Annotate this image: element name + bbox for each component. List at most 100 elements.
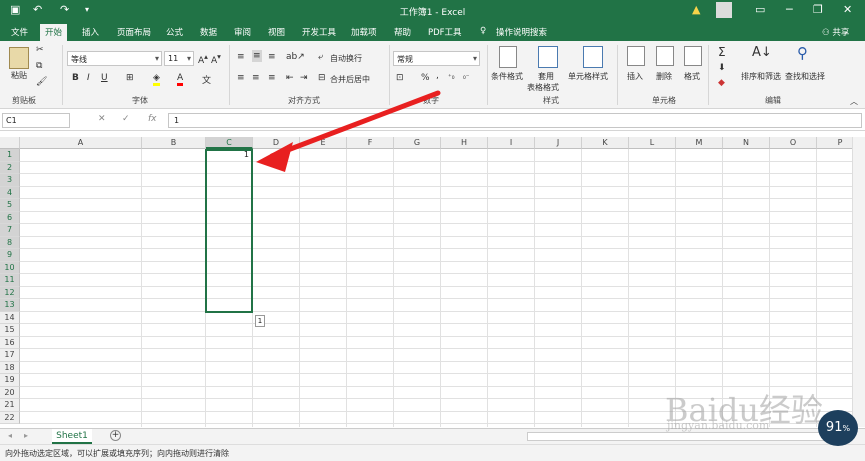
- row-header-21[interactable]: 21: [0, 399, 20, 412]
- tab-formulas[interactable]: 公式: [166, 26, 183, 38]
- conditional-format-button[interactable]: 条件格式: [491, 71, 523, 82]
- insert-cells-button[interactable]: 插入: [627, 71, 643, 82]
- vertical-scrollbar[interactable]: [852, 137, 865, 427]
- currency-icon[interactable]: ⊡: [396, 73, 404, 83]
- row-header-16[interactable]: 16: [0, 336, 20, 349]
- underline-button[interactable]: U: [101, 73, 108, 83]
- row-header-9[interactable]: 9: [0, 249, 20, 262]
- column-header-m[interactable]: M: [676, 137, 723, 149]
- column-header-c[interactable]: C: [206, 137, 253, 149]
- sheet-prev-icon[interactable]: ◂: [8, 431, 12, 440]
- collapse-ribbon-icon[interactable]: ︿: [850, 96, 858, 107]
- fill-icon[interactable]: ⬇: [718, 63, 726, 73]
- font-color-icon[interactable]: A: [177, 73, 184, 86]
- comma-button[interactable]: ,: [436, 71, 439, 81]
- format-table-button-line1[interactable]: 套用: [538, 71, 554, 82]
- merge-center-button[interactable]: 合并后居中: [330, 74, 370, 85]
- align-bottom-icon[interactable]: ≡: [268, 52, 276, 62]
- increase-font-icon[interactable]: A▴: [198, 52, 208, 66]
- column-header-f[interactable]: F: [347, 137, 394, 149]
- insert-function-button[interactable]: fx: [148, 114, 157, 124]
- align-center-icon[interactable]: ≡: [252, 73, 260, 83]
- row-header-18[interactable]: 18: [0, 361, 20, 374]
- lightbulb-icon[interactable]: ♀: [480, 26, 486, 36]
- share-button[interactable]: ⚇ 共享: [822, 26, 849, 38]
- column-header-p[interactable]: P: [817, 137, 852, 149]
- select-all-corner[interactable]: [0, 137, 20, 149]
- column-header-l[interactable]: L: [629, 137, 676, 149]
- italic-button[interactable]: I: [87, 73, 90, 83]
- tell-me-search[interactable]: 操作说明搜索: [496, 26, 547, 38]
- clear-icon[interactable]: ◆: [718, 78, 725, 88]
- formula-input[interactable]: 1: [168, 113, 862, 128]
- cut-icon[interactable]: ✂: [36, 45, 44, 55]
- row-header-14[interactable]: 14: [0, 311, 20, 324]
- row-header-15[interactable]: 15: [0, 324, 20, 337]
- row-header-5[interactable]: 5: [0, 199, 20, 212]
- selection-range[interactable]: [205, 149, 253, 313]
- font-name-select[interactable]: 等线 ▾: [67, 51, 162, 66]
- tab-home[interactable]: 开始: [40, 24, 68, 41]
- increase-indent-icon[interactable]: ⇥: [300, 73, 308, 83]
- decrease-font-icon[interactable]: A▾: [211, 52, 221, 66]
- insert-cells-icon[interactable]: [627, 46, 645, 66]
- tab-page-layout[interactable]: 页面布局: [117, 26, 151, 38]
- column-header-k[interactable]: K: [582, 137, 629, 149]
- row-header-20[interactable]: 20: [0, 386, 20, 399]
- column-header-a[interactable]: A: [20, 137, 142, 149]
- row-header-22[interactable]: 22: [0, 411, 20, 424]
- row-header-12[interactable]: 12: [0, 286, 20, 299]
- wrap-text-button[interactable]: 自动换行: [330, 53, 362, 64]
- column-header-n[interactable]: N: [723, 137, 770, 149]
- column-header-h[interactable]: H: [441, 137, 488, 149]
- tab-help[interactable]: 帮助: [394, 26, 411, 38]
- worksheet-grid[interactable]: A B C D E F G H I J K L M N O P 1 2 3 4 5 6 7 8 9 10 11 12 13 14 15 16 1…: [0, 137, 852, 427]
- row-header-11[interactable]: 11: [0, 274, 20, 287]
- row-header-8[interactable]: 8: [0, 236, 20, 249]
- sort-filter-icon[interactable]: A↓: [752, 45, 772, 60]
- conditional-format-icon[interactable]: [499, 46, 517, 68]
- phonetic-icon[interactable]: 文: [202, 73, 211, 86]
- name-box[interactable]: C1: [2, 113, 70, 128]
- sort-filter-button[interactable]: 排序和筛选: [741, 71, 781, 82]
- row-header-19[interactable]: 19: [0, 374, 20, 387]
- column-header-e[interactable]: E: [300, 137, 347, 149]
- row-header-6[interactable]: 6: [0, 211, 20, 224]
- tab-review[interactable]: 审阅: [234, 26, 251, 38]
- add-sheet-button[interactable]: +: [110, 430, 121, 441]
- wrap-text-icon[interactable]: ⤶: [318, 52, 323, 62]
- format-cells-button[interactable]: 格式: [684, 71, 700, 82]
- delete-cells-icon[interactable]: [656, 46, 674, 66]
- tab-data[interactable]: 数据: [200, 26, 217, 38]
- enter-icon[interactable]: ✓: [122, 114, 130, 124]
- copy-icon[interactable]: ⧉: [36, 61, 42, 71]
- align-middle-icon[interactable]: ≡: [252, 50, 262, 62]
- row-header-10[interactable]: 10: [0, 261, 20, 274]
- restore-button[interactable]: ❐: [813, 3, 823, 16]
- align-top-icon[interactable]: ≡: [237, 52, 245, 62]
- column-header-b[interactable]: B: [142, 137, 206, 149]
- decrease-indent-icon[interactable]: ⇤: [286, 73, 294, 83]
- column-header-d[interactable]: D: [253, 137, 300, 149]
- bold-button[interactable]: B: [72, 73, 79, 83]
- ribbon-display-icon[interactable]: ▭: [755, 3, 765, 16]
- paste-icon[interactable]: [9, 47, 29, 69]
- increase-decimal-icon[interactable]: ⁺₀: [448, 73, 455, 81]
- format-painter-icon[interactable]: 🖌: [36, 77, 47, 87]
- align-left-icon[interactable]: ≡: [237, 73, 245, 83]
- tab-addins[interactable]: 加载项: [351, 26, 377, 38]
- find-select-button[interactable]: 查找和选择: [785, 71, 825, 82]
- format-cells-icon[interactable]: [684, 46, 702, 66]
- minimize-button[interactable]: ─: [786, 3, 793, 16]
- warning-icon[interactable]: ▲: [692, 3, 700, 16]
- row-header-13[interactable]: 13: [0, 299, 20, 312]
- align-right-icon[interactable]: ≡: [268, 73, 276, 83]
- cancel-icon[interactable]: ✕: [98, 114, 106, 124]
- tab-developer[interactable]: 开发工具: [302, 26, 336, 38]
- row-header-3[interactable]: 3: [0, 174, 20, 187]
- paste-button[interactable]: 粘贴: [11, 70, 27, 81]
- decrease-decimal-icon[interactable]: ₀⁻: [463, 73, 470, 81]
- row-header-4[interactable]: 4: [0, 186, 20, 199]
- sheet-tab[interactable]: Sheet1: [52, 429, 92, 444]
- tab-insert[interactable]: 插入: [82, 26, 99, 38]
